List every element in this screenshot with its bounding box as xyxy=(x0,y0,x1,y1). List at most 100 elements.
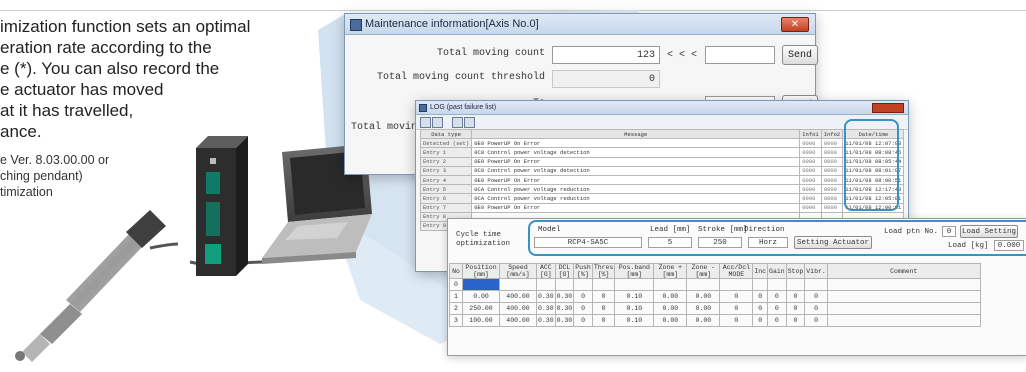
column-header: Zone + [mm] xyxy=(653,263,688,279)
intro-line: at it has travelled, xyxy=(0,101,134,120)
cell-dcl[interactable]: 0.30 xyxy=(554,290,575,303)
cell-band[interactable]: 0.10 xyxy=(614,290,655,303)
cell-mode[interactable] xyxy=(719,278,754,291)
send-button[interactable]: Send xyxy=(782,45,818,65)
close-button[interactable]: ✕ xyxy=(781,17,809,32)
cell-zone-minus[interactable] xyxy=(686,278,721,291)
cell-stop[interactable] xyxy=(785,278,806,291)
cell-band[interactable]: 0.10 xyxy=(614,314,655,327)
intro-line: imization function sets an optimal xyxy=(0,17,251,36)
cell-stop[interactable]: 0 xyxy=(785,290,806,303)
clear-icon[interactable] xyxy=(464,117,475,128)
cell-thres[interactable]: 0 xyxy=(591,290,616,303)
cell-vibr[interactable]: 0 xyxy=(804,302,828,315)
cell-position[interactable]: 0.00 xyxy=(462,290,500,303)
cell-gain[interactable]: 0 xyxy=(767,314,787,327)
log-info2: 0000 xyxy=(820,156,844,167)
total-moving-count-value[interactable]: 123 xyxy=(552,46,660,64)
cell-mode[interactable]: 0 xyxy=(719,314,754,327)
cell-vibr[interactable]: 0 xyxy=(804,290,828,303)
edit-icon[interactable] xyxy=(452,117,463,128)
cell-push[interactable]: 0 xyxy=(573,290,593,303)
cell-push[interactable] xyxy=(573,278,593,291)
cell-inc[interactable]: 0 xyxy=(752,302,769,315)
cell-mode[interactable]: 0 xyxy=(719,302,754,315)
table-row[interactable]: Entry 6 0CA Control power voltage reducti… xyxy=(419,193,905,204)
log-message: 0E0 PowerUP On Error xyxy=(471,202,801,213)
log-info2: 0000 xyxy=(820,138,844,149)
cell-gain[interactable]: 0 xyxy=(767,302,787,315)
cell-zone-plus[interactable]: 0.00 xyxy=(653,314,688,327)
table-row[interactable]: Entry 5 0CA Control power voltage reducti… xyxy=(419,184,905,195)
cell-gain[interactable]: 0 xyxy=(767,290,787,303)
cell-dcl[interactable]: 0.30 xyxy=(554,302,575,315)
table-row[interactable]: 2 250.00 400.00 0.30 0.30 0 0 0.10 0.00 … xyxy=(449,302,981,315)
cell-push[interactable]: 0 xyxy=(573,302,593,315)
cell-speed[interactable] xyxy=(499,278,537,291)
cell-inc[interactable] xyxy=(752,278,769,291)
log-info1: 0000 xyxy=(799,147,822,158)
cell-thres[interactable]: 0 xyxy=(591,314,616,327)
cell-zone-plus[interactable]: 0.00 xyxy=(653,290,688,303)
cell-comment[interactable] xyxy=(826,278,981,291)
table-row[interactable]: Entry 3 0C8 Control power voltage detecti… xyxy=(419,165,905,176)
cell-acc[interactable]: 0.30 xyxy=(536,302,556,315)
log-type: Entry 2 xyxy=(419,156,473,167)
cell-speed[interactable]: 400.00 xyxy=(499,314,537,327)
cell-comment[interactable] xyxy=(826,290,981,303)
cell-acc[interactable]: 0.30 xyxy=(536,314,556,327)
table-row[interactable]: Detected (set) 0E0 PowerUP On Error 0000 00… xyxy=(419,138,905,149)
cell-zone-minus[interactable]: 0.00 xyxy=(686,302,721,315)
cell-zone-minus[interactable]: 0.00 xyxy=(686,290,721,303)
cell-zone-plus[interactable] xyxy=(653,278,688,291)
cell-zone-minus[interactable]: 0.00 xyxy=(686,314,721,327)
print-icon[interactable] xyxy=(432,117,443,128)
column-header: Info1 xyxy=(799,128,822,140)
table-row[interactable]: Entry 1 0C8 Control power voltage detecti… xyxy=(419,147,905,158)
cell-inc[interactable]: 0 xyxy=(752,314,769,327)
cell-vibr[interactable]: 0 xyxy=(804,314,828,327)
cell-stop[interactable]: 0 xyxy=(785,302,806,315)
cell-mode[interactable]: 0 xyxy=(719,290,754,303)
cell-dcl[interactable] xyxy=(554,278,575,291)
table-row[interactable]: Entry 4 0E0 PowerUP On Error 0000 0000 11/01… xyxy=(419,174,905,186)
cell-vibr[interactable] xyxy=(804,278,828,291)
cell-dcl[interactable]: 0.30 xyxy=(554,314,575,327)
cell-thres[interactable]: 0 xyxy=(591,302,616,315)
column-header: Pos.band [mm] xyxy=(614,263,655,279)
position-header-row: No Position [mm] Speed [mm/s] ACC [G] DC… xyxy=(449,263,981,279)
total-moving-count-input[interactable] xyxy=(705,46,775,64)
cell-push[interactable]: 0 xyxy=(573,314,593,327)
table-row[interactable]: 3 100.00 400.00 0.30 0.30 0 0 0.10 0.00 … xyxy=(449,314,981,327)
cell-speed[interactable]: 400.00 xyxy=(499,302,537,315)
cell-zone-plus[interactable]: 0.00 xyxy=(653,302,688,315)
log-info2: 0000 xyxy=(820,165,844,176)
cell-inc[interactable]: 0 xyxy=(752,290,769,303)
cell-position[interactable] xyxy=(462,278,500,291)
cell-no: 1 xyxy=(449,290,463,303)
moving-count-threshold-value[interactable]: 0 xyxy=(552,70,660,88)
cell-band[interactable]: 0.10 xyxy=(614,302,655,315)
log-type: Entry 4 xyxy=(419,174,473,186)
table-row[interactable]: Entry 2 0E0 PowerUP On Error 0000 0000 11/01… xyxy=(419,156,905,167)
cell-comment[interactable] xyxy=(826,314,981,327)
table-row[interactable]: Entry 7 0E0 PowerUP On Error 0000 0000 11/01… xyxy=(419,202,905,213)
cell-speed[interactable]: 400.00 xyxy=(499,290,537,303)
cell-band[interactable] xyxy=(614,278,655,291)
log-header-row: Data type Message Info1 Info2 Date/time xyxy=(419,128,905,140)
table-row[interactable]: 1 0.00 400.00 0.30 0.30 0 0 0.10 0.00 0.… xyxy=(449,290,981,303)
row-label: Total moving xyxy=(350,122,423,133)
cell-position[interactable]: 250.00 xyxy=(462,302,500,315)
cell-acc[interactable] xyxy=(536,278,556,291)
table-row[interactable]: 0 xyxy=(449,278,981,291)
cell-stop[interactable]: 0 xyxy=(785,314,806,327)
save-icon[interactable] xyxy=(420,117,431,128)
cell-position[interactable]: 100.00 xyxy=(462,314,500,327)
window-title: Maintenance information[Axis No.0] xyxy=(365,18,539,30)
log-message: 0E0 PowerUP On Error xyxy=(471,138,801,149)
cell-gain[interactable] xyxy=(767,278,787,291)
cell-thres[interactable] xyxy=(591,278,616,291)
cell-acc[interactable]: 0.30 xyxy=(536,290,556,303)
window-buttons[interactable] xyxy=(872,103,904,113)
cell-comment[interactable] xyxy=(826,302,981,315)
